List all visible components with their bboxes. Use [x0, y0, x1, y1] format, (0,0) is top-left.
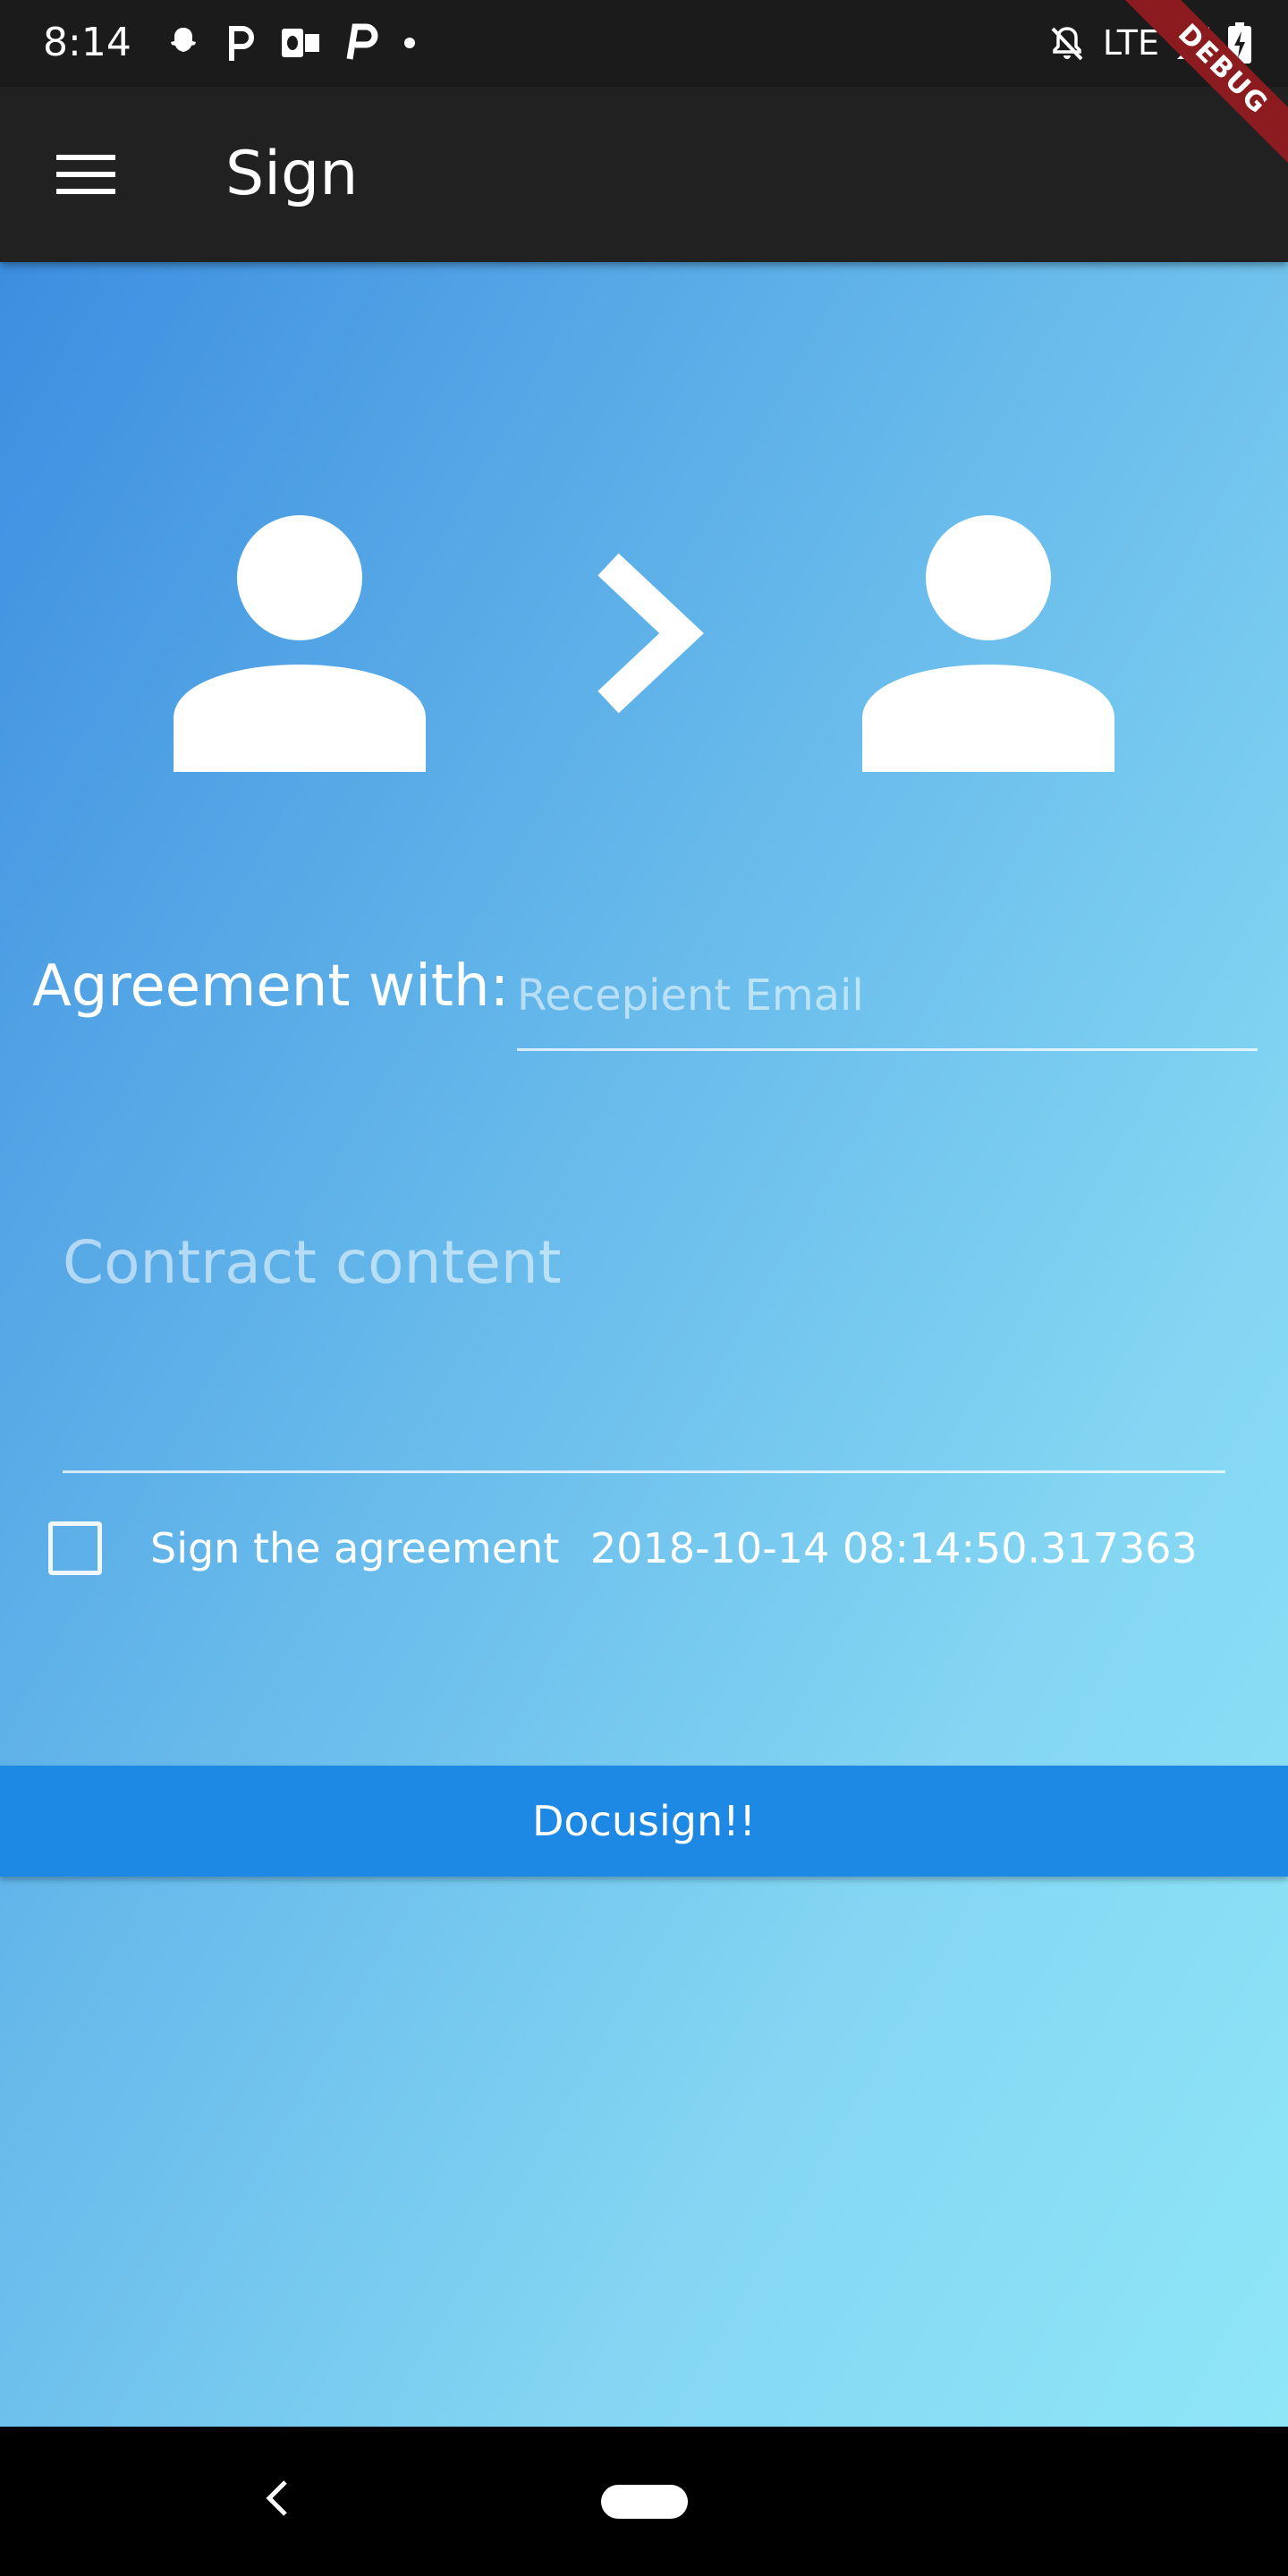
- screen: 8:14 LTE DEBUG Sign Agreement with: Rece…: [0, 0, 1288, 2576]
- status-bar: 8:14 LTE: [0, 0, 1288, 87]
- outlook-icon: [282, 29, 319, 57]
- sign-checkbox[interactable]: [48, 1521, 102, 1575]
- chevron-right-icon: [597, 553, 704, 714]
- sign-form: Agreement with: Sign the agreement 2018-…: [0, 262, 1288, 2427]
- agreement-label: Agreement with:: [32, 953, 510, 1020]
- navigation-bar: [0, 2427, 1288, 2576]
- snapchat-icon: [171, 28, 196, 52]
- app-bar: Sign: [0, 87, 1288, 262]
- bell-off-icon: [1051, 27, 1083, 61]
- dot-icon: [404, 38, 415, 48]
- notification-icons: [165, 20, 416, 66]
- docusign-button[interactable]: Docusign!!: [0, 1766, 1288, 1877]
- menu-button[interactable]: [50, 140, 122, 208]
- p-app-icon: [346, 23, 378, 60]
- person-icon: [862, 515, 1114, 772]
- back-icon: [266, 2480, 287, 2516]
- sign-checkbox-label: Sign the agreement: [150, 1524, 560, 1572]
- contract-content-input[interactable]: [63, 1210, 1225, 1473]
- menu-icon: [56, 155, 115, 194]
- page-title: Sign: [225, 139, 359, 209]
- back-button[interactable]: [250, 2462, 304, 2534]
- p-app-icon: [229, 26, 254, 61]
- recipient-email-input[interactable]: [517, 942, 1258, 1051]
- status-time: 8:14: [43, 20, 131, 65]
- timestamp: 2018-10-14 08:14:50.317363: [590, 1524, 1198, 1572]
- network-type: LTE: [1102, 23, 1159, 63]
- person-icon: [174, 515, 426, 772]
- home-button[interactable]: [601, 2485, 688, 2519]
